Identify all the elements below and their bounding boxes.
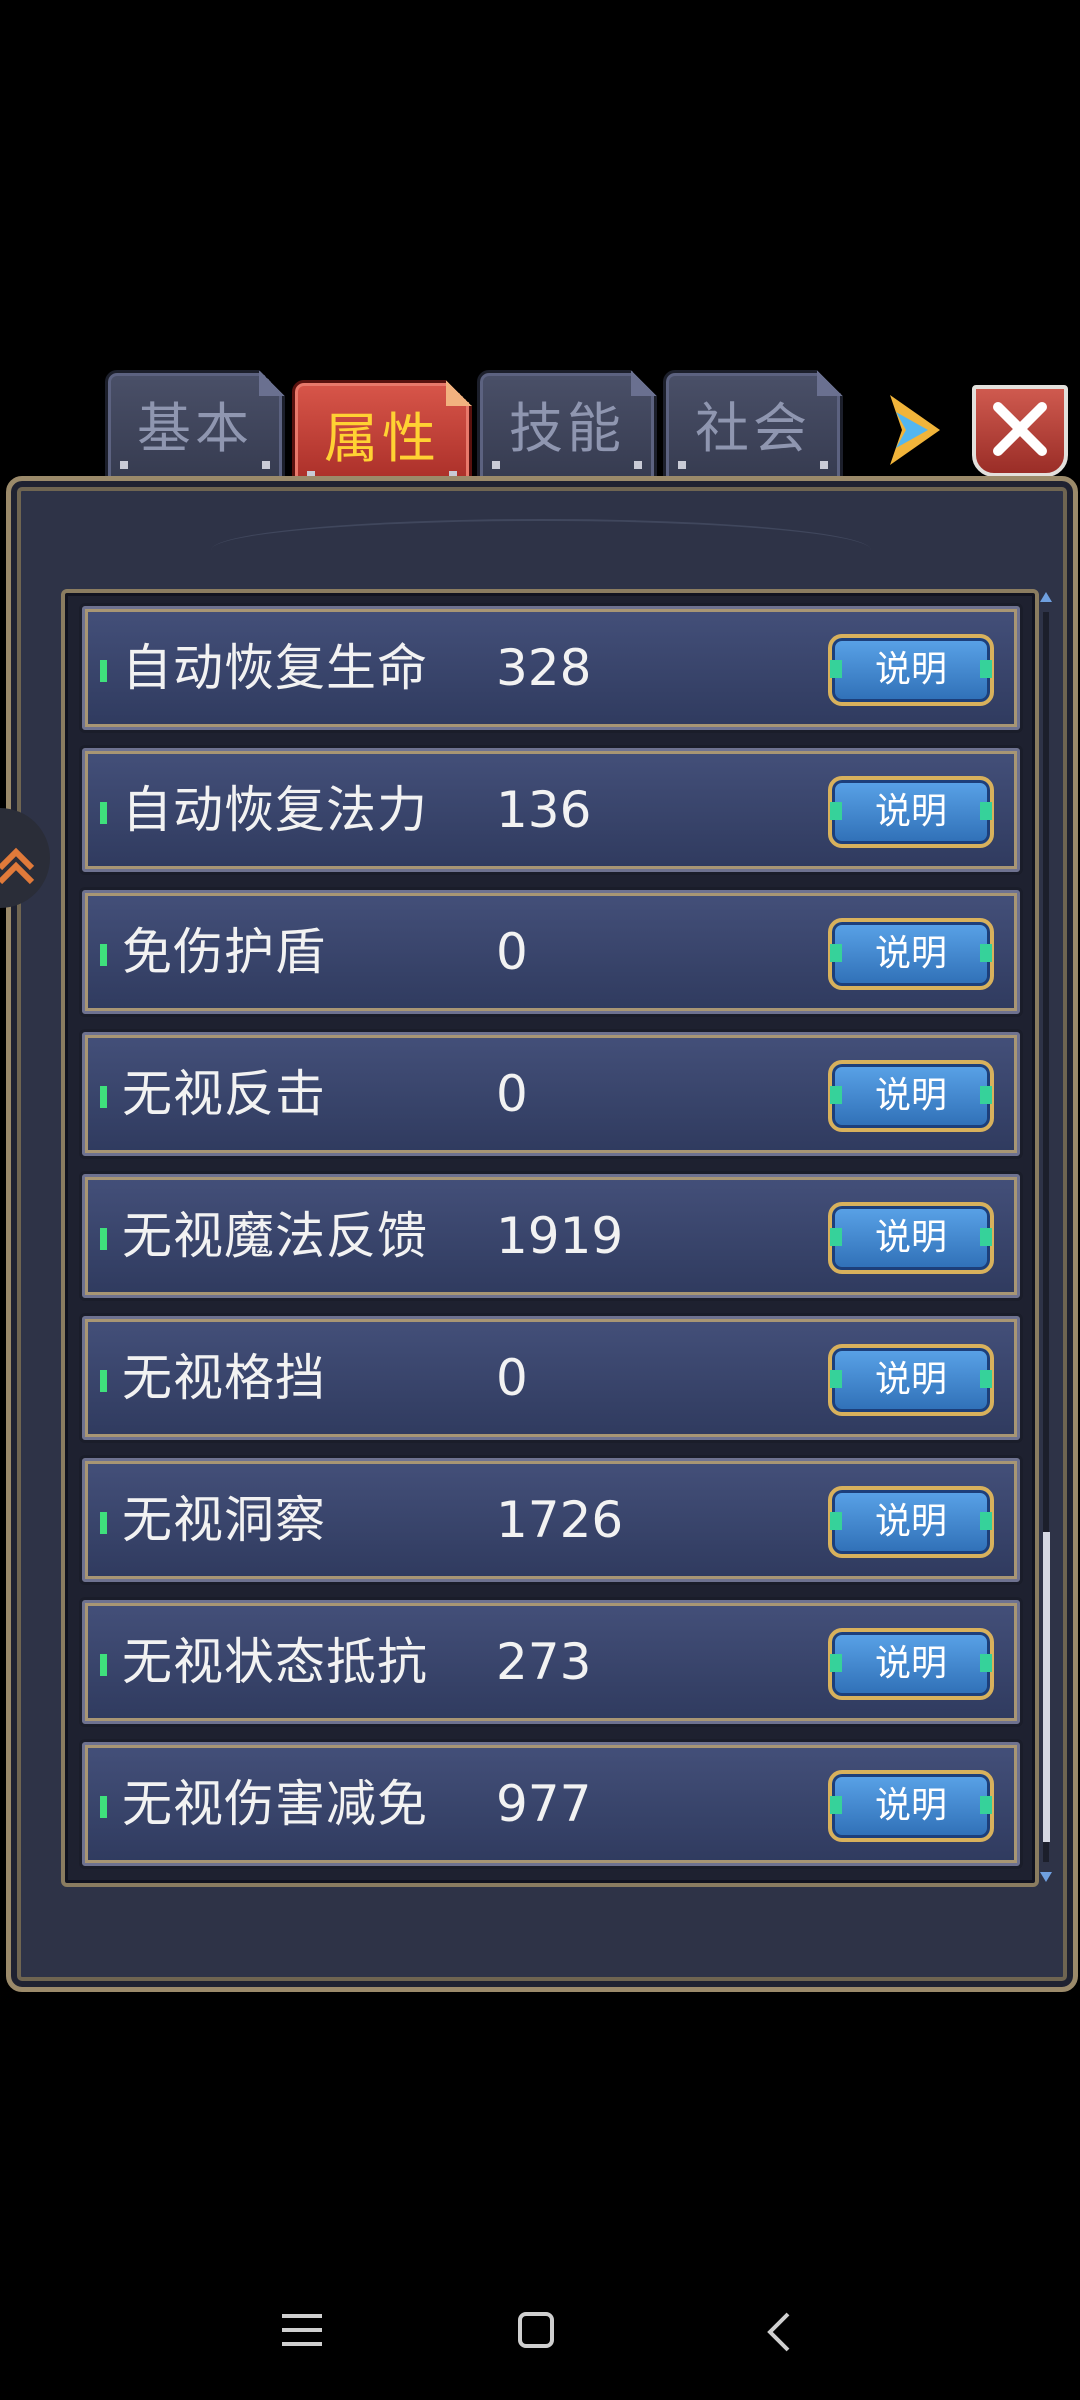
tab-bar: 基本 属性 技能 社会 [105, 370, 845, 492]
attribute-name: 自动恢复生命 [122, 639, 428, 697]
attribute-value: 1919 [496, 1207, 624, 1265]
explain-button[interactable]: 说明 [828, 1344, 994, 1416]
attribute-name: 无视状态抵抗 [122, 1633, 428, 1691]
home-icon[interactable] [518, 2312, 554, 2348]
attribute-value: 273 [496, 1633, 592, 1691]
list-bullet [100, 802, 107, 824]
list-item: 无视魔法反馈 1919 说明 [79, 1171, 1023, 1301]
scroll-thumb[interactable] [1043, 1532, 1050, 1842]
system-nav-bar [0, 2280, 1080, 2390]
explain-button[interactable]: 说明 [828, 1486, 994, 1558]
next-tab-button[interactable] [880, 390, 950, 470]
tab-social[interactable]: 社会 [663, 370, 843, 482]
list-item: 自动恢复生命 328 说明 [79, 603, 1023, 733]
attribute-name: 无视洞察 [122, 1491, 326, 1549]
tab-label: 技能 [509, 397, 625, 460]
tab-skills[interactable]: 技能 [477, 370, 657, 482]
close-button[interactable] [972, 385, 1068, 477]
close-icon [993, 402, 1047, 456]
list-bullet [100, 1654, 107, 1676]
tab-basic[interactable]: 基本 [105, 370, 285, 482]
back-icon[interactable] [760, 2310, 800, 2354]
attribute-name: 自动恢复法力 [122, 781, 428, 839]
attribute-name: 无视格挡 [122, 1349, 326, 1407]
explain-button[interactable]: 说明 [828, 1060, 994, 1132]
tab-label: 基本 [137, 397, 253, 460]
list-bullet [100, 944, 107, 966]
attribute-list[interactable]: 自动恢复生命 328 说明 自动恢复法力 136 说明 免伤护盾 0 说明 无视… [61, 589, 1039, 1887]
arrow-right-icon [890, 395, 940, 465]
explain-button[interactable]: 说明 [828, 776, 994, 848]
explain-button[interactable]: 说明 [828, 1202, 994, 1274]
attribute-value: 0 [496, 1065, 528, 1123]
attribute-name: 免伤护盾 [122, 923, 326, 981]
list-bullet [100, 1086, 107, 1108]
side-collapse-button[interactable] [0, 808, 50, 908]
attribute-name: 无视反击 [122, 1065, 326, 1123]
chevron-up-icon [0, 847, 35, 885]
tab-label: 属性 [324, 407, 440, 470]
scrollbar[interactable] [1038, 592, 1054, 1882]
list-bullet [100, 1228, 107, 1250]
list-bullet [100, 1796, 107, 1818]
explain-button[interactable]: 说明 [828, 918, 994, 990]
attributes-panel: 自动恢复生命 328 说明 自动恢复法力 136 说明 免伤护盾 0 说明 无视… [6, 476, 1078, 1992]
list-item: 无视状态抵抗 273 说明 [79, 1597, 1023, 1727]
attribute-value: 328 [496, 639, 592, 697]
list-item: 无视格挡 0 说明 [79, 1313, 1023, 1443]
list-item: 无视洞察 1726 说明 [79, 1455, 1023, 1585]
attribute-value: 977 [496, 1775, 592, 1833]
attribute-value: 136 [496, 781, 592, 839]
list-bullet [100, 1512, 107, 1534]
list-item: 无视伤害减免 977 说明 [79, 1739, 1023, 1869]
explain-button[interactable]: 说明 [828, 1770, 994, 1842]
menu-icon[interactable] [282, 2314, 322, 2348]
scroll-up-arrow[interactable] [1040, 592, 1052, 602]
tab-label: 社会 [695, 397, 811, 460]
explain-button[interactable]: 说明 [828, 634, 994, 706]
list-bullet [100, 660, 107, 682]
attribute-name: 无视伤害减免 [122, 1775, 428, 1833]
attribute-value: 0 [496, 923, 528, 981]
explain-button[interactable]: 说明 [828, 1628, 994, 1700]
list-item: 无视反击 0 说明 [79, 1029, 1023, 1159]
attribute-value: 0 [496, 1349, 528, 1407]
scroll-down-arrow[interactable] [1040, 1872, 1052, 1882]
list-bullet [100, 1370, 107, 1392]
panel-ornament [211, 519, 871, 581]
list-item: 免伤护盾 0 说明 [79, 887, 1023, 1017]
attribute-value: 1726 [496, 1491, 624, 1549]
list-item: 自动恢复法力 136 说明 [79, 745, 1023, 875]
attribute-name: 无视魔法反馈 [122, 1207, 428, 1265]
